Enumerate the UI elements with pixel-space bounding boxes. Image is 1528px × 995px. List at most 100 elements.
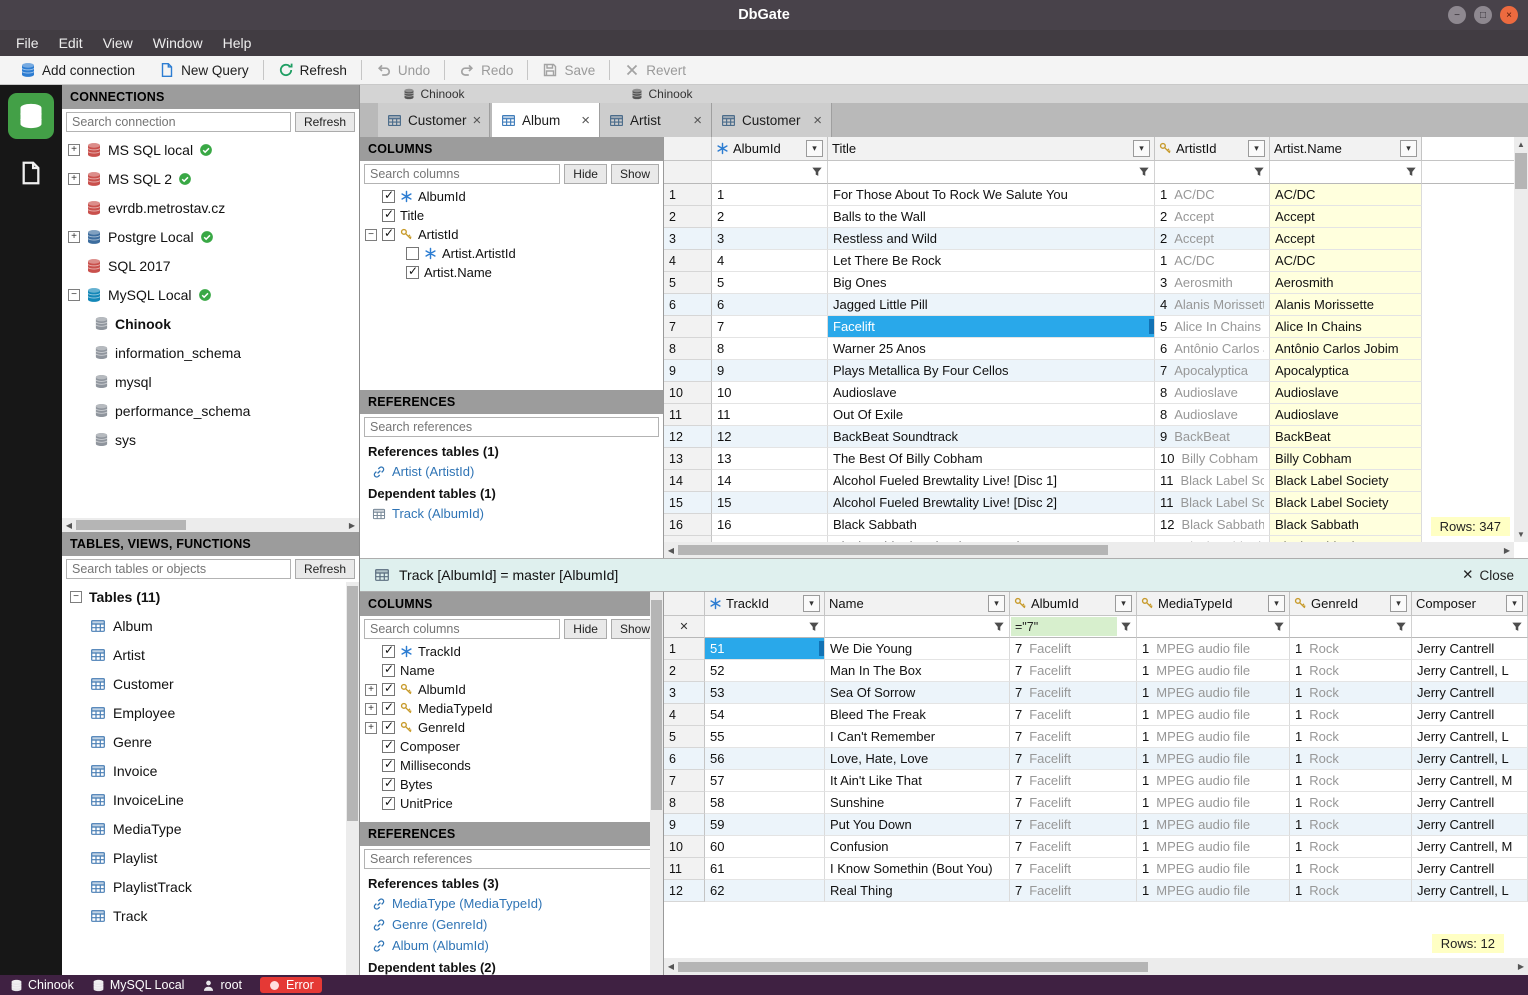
grid-cell[interactable]: Billy Cobham (1270, 448, 1422, 470)
close-button[interactable]: × (1500, 6, 1518, 24)
hscrollbar-thumb[interactable] (678, 545, 1108, 555)
grid-cell[interactable]: 2 Accept (1155, 228, 1270, 250)
hide-button[interactable]: Hide (564, 619, 607, 639)
grid-cell[interactable]: Bleed The Freak (825, 704, 1010, 726)
grid-cell[interactable]: 57 (705, 770, 825, 792)
column-header-albumid[interactable]: AlbumId ▾ (1010, 592, 1137, 616)
grid-cell[interactable]: Jerry Cantrell, L (1412, 748, 1528, 770)
column-checkbox[interactable] (382, 207, 395, 222)
sidebar-table-playlisttrack[interactable]: PlaylistTrack (62, 872, 346, 901)
grid-cell[interactable]: 61 (705, 858, 825, 880)
tables-group[interactable]: − Tables (11) (62, 582, 346, 611)
row-number-cell[interactable]: 3 (664, 682, 705, 704)
grid-cell[interactable]: 1 Rock (1290, 638, 1412, 660)
row-number-cell[interactable]: 9 (664, 360, 712, 382)
grid-cell[interactable]: 8 (712, 338, 828, 360)
row-number-header[interactable] (664, 592, 705, 616)
database-nav-button[interactable] (8, 93, 54, 139)
vscrollbar-thumb[interactable] (347, 586, 358, 821)
redo-button[interactable]: Redo (447, 56, 525, 84)
expander-minus-icon[interactable]: − (70, 590, 82, 603)
column-dropdown-button[interactable]: ▾ (1506, 595, 1523, 612)
tables-refresh-button[interactable]: Refresh (294, 559, 355, 579)
column-tree-item[interactable]: + MediaTypeId (360, 699, 663, 718)
scroll-right-icon[interactable]: ▶ (1500, 546, 1514, 555)
grid-cell[interactable]: 3 Aerosmith (1155, 272, 1270, 294)
status-mysql-local[interactable]: MySQL Local (92, 977, 184, 993)
grid-cell[interactable]: 7 Facelift (1010, 704, 1137, 726)
search-connection-input[interactable] (66, 112, 291, 132)
grid-cell[interactable]: 7 Facelift (1010, 748, 1137, 770)
grid-cell[interactable]: 1 MPEG audio file (1137, 836, 1290, 858)
grid-cell[interactable]: Jerry Cantrell, M (1412, 836, 1528, 858)
grid-cell[interactable]: Audioslave (1270, 404, 1422, 426)
row-number-cell[interactable]: 5 (664, 726, 705, 748)
grid-cell[interactable]: 1 Rock (1290, 836, 1412, 858)
grid-cell[interactable]: 9 (712, 360, 828, 382)
filter-funnel-button[interactable] (1135, 163, 1153, 181)
sidebar-table-playlist[interactable]: Playlist (62, 843, 346, 872)
reference-link[interactable]: Genre (GenreId) (360, 914, 663, 935)
row-number-cell[interactable]: 10 (664, 836, 705, 858)
grid-cell[interactable]: Alice In Chains (1270, 316, 1422, 338)
database-item[interactable]: information_schema (62, 338, 359, 367)
column-checkbox[interactable] (382, 757, 395, 772)
row-number-cell[interactable]: 5 (664, 272, 712, 294)
grid-cell[interactable]: 11 Black Label Society (1155, 470, 1270, 492)
grid-cell[interactable]: Jerry Cantrell (1412, 704, 1528, 726)
scroll-right-icon[interactable]: ▶ (1514, 962, 1528, 971)
grid-cell[interactable]: Confusion (825, 836, 1010, 858)
grid-cell[interactable]: Black Label Society (1270, 470, 1422, 492)
grid-cell[interactable]: 1 MPEG audio file (1137, 814, 1290, 836)
grid-cell[interactable]: 7 Facelift (1010, 836, 1137, 858)
grid-cell[interactable]: Audioslave (828, 382, 1155, 404)
hscrollbar-thumb[interactable] (678, 961, 1148, 972)
filter-funnel-button[interactable] (1392, 618, 1410, 636)
grid-cell[interactable]: AC/DC (1270, 250, 1422, 272)
database-item[interactable]: Chinook (62, 309, 359, 338)
grid-cell[interactable]: 1 MPEG audio file (1137, 770, 1290, 792)
grid-cell[interactable]: Restless and Wild (828, 228, 1155, 250)
hscrollbar-thumb[interactable] (76, 520, 186, 530)
column-checkbox[interactable] (382, 188, 395, 203)
grid-cell[interactable]: 11 Black Label Society (1155, 492, 1270, 514)
row-number-cell[interactable]: 12 (664, 880, 705, 902)
search-references-input[interactable] (364, 849, 659, 869)
column-header-trackid[interactable]: TrackId ▾ (705, 592, 825, 616)
grid-cell[interactable]: Black Label Society (1270, 492, 1422, 514)
maximize-button[interactable]: □ (1474, 6, 1492, 24)
status-chinook[interactable]: Chinook (10, 977, 74, 993)
grid-cell[interactable]: Accept (1270, 206, 1422, 228)
grid-cell[interactable]: Black Sabbath (1270, 514, 1422, 536)
row-number-cell[interactable]: 2 (664, 660, 705, 682)
filter-input-albumid[interactable] (713, 162, 808, 182)
filter-funnel-button[interactable] (1508, 618, 1526, 636)
column-checkbox[interactable] (406, 247, 419, 260)
grid-cell[interactable]: 7 (712, 316, 828, 338)
connections-refresh-button[interactable]: Refresh (294, 112, 355, 132)
filter-funnel-button[interactable] (1250, 163, 1268, 181)
grid-cell[interactable]: It Ain't Like That (825, 770, 1010, 792)
filter-funnel-button[interactable] (1117, 618, 1135, 636)
column-dropdown-button[interactable]: ▾ (1115, 595, 1132, 612)
filter-funnel-button[interactable] (808, 163, 826, 181)
grid-cell[interactable]: Facelift (828, 316, 1155, 338)
status-error[interactable]: Error (260, 977, 322, 993)
minimize-button[interactable]: − (1448, 6, 1466, 24)
row-number-cell[interactable]: 8 (664, 338, 712, 360)
expander-minus-icon[interactable]: − (68, 288, 80, 301)
grid-cell[interactable]: Alanis Morissette (1270, 294, 1422, 316)
revert-button[interactable]: Revert (612, 56, 698, 84)
row-number-cell[interactable]: 8 (664, 792, 705, 814)
clear-filters-button[interactable]: ✕ (679, 620, 688, 633)
search-tables-input[interactable] (66, 559, 291, 579)
grid-cell[interactable]: Sunshine (825, 792, 1010, 814)
filter-funnel-button[interactable] (1270, 618, 1288, 636)
grid-cell[interactable]: Antônio Carlos Jobim (1270, 338, 1422, 360)
column-header-artistid[interactable]: ArtistId ▾ (1155, 137, 1270, 161)
sidebar-table-customer[interactable]: Customer (62, 669, 346, 698)
grid-cell[interactable]: 54 (705, 704, 825, 726)
grid-cell[interactable]: 13 (712, 448, 828, 470)
column-tree-item[interactable]: Title (360, 206, 663, 225)
connection-item[interactable]: + MS SQL local (62, 135, 359, 164)
